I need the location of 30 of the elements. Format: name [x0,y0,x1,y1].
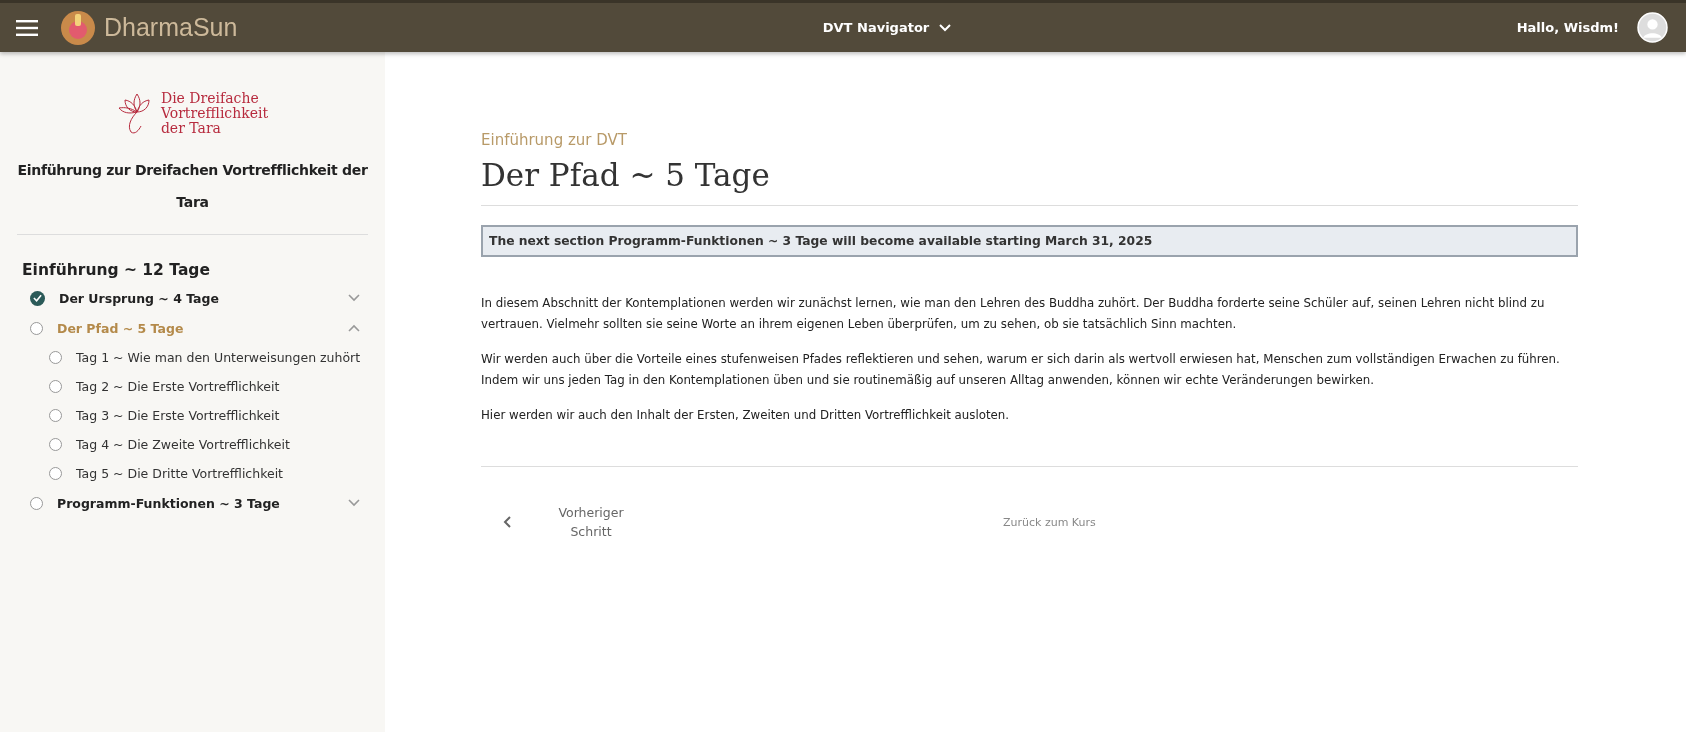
topic-link[interactable]: Tag 4 ~ Die Zweite Vortrefflichkeit [76,437,290,452]
greeting: Hallo, Wisdm! [1516,20,1619,35]
course-title: Einführung zur Dreifachen Vortrefflichkeit der Tara [17,154,368,235]
logo-icon[interactable] [60,9,96,46]
paragraph: Hier werden wir auch den Inhalt der Ersten, Zweiten und Dritten Vortrefflichkeit ausloten. [481,407,1011,424]
course-logo-text: Die Dreifache Vortrefflichkeit der Tara [160,90,269,136]
chevron-down-icon[interactable] [348,294,360,302]
page-title: Der Pfad ~ 5 Tage [481,157,1578,206]
brand-name[interactable]: DharmaSun [104,13,238,42]
chevron-left-icon[interactable] [503,516,511,528]
lesson-item[interactable]: Der Ursprung ~ 4 Tage [30,287,360,309]
menu-icon[interactable] [16,19,38,36]
lesson-title[interactable]: Der Ursprung ~ 4 Tage [59,290,348,306]
topic-link[interactable]: Tag 1 ~ Wie man den Unterweisungen zuhört [76,350,361,365]
topic-link[interactable]: Tag 5 ~ Die Dritte Vortrefflichkeit [76,466,283,481]
previous-step-link[interactable]: Vorheriger Schritt [551,503,631,541]
navigator-menu[interactable]: DVT Navigator [816,19,958,36]
topic-link[interactable]: Tag 3 ~ Die Erste Vortrefflichkeit [76,408,280,423]
paragraph: In diesem Abschnitt der Kontemplationen werden wir zunächst lernen, wie man den Lehren des Buddha zuhört. Der Buddha forderte seine Schüler auf, seinen Lehren nicht blind zu vertrauen. Vielmehr sollten sie seine Worte an ihrem eigenen Leben überprüfen, um zu sehen, ob sie tatsächlich Sinn machten. [481,295,1546,333]
back-to-course-link[interactable]: Zurück zum Kurs [1003,515,1096,529]
chevron-down-icon[interactable] [348,499,360,507]
lesson-title[interactable]: Programm-Funktionen ~ 3 Tage [57,495,348,511]
notice-banner: The next section Programm-Funktionen ~ 3 Tage will become available starting March 31, 2025 [481,225,1578,257]
avatar-icon[interactable] [1637,12,1668,43]
chevron-up-icon[interactable] [348,324,360,332]
topic-link[interactable]: Tag 2 ~ Die Erste Vortrefflichkeit [76,379,280,394]
lesson-item[interactable]: Programm-Funktionen ~ 3 Tage [30,492,360,514]
paragraph: Wir werden auch über die Vorteile eines stufenweisen Pfades reflektieren und sehen, warum er sich darin als wertvoll erwiesen hat, Menschen zum vollständigen Erwachen zu führen. Indem wir uns jeden Tag in den Kontemplationen üben und sie routinemäßig auf unseren Alltag anwenden, können wir echte Veränderungen bewirken. [481,351,1561,389]
section-title: Einführung ~ 12 Tage [22,261,211,279]
chevron-down-icon [939,23,952,32]
